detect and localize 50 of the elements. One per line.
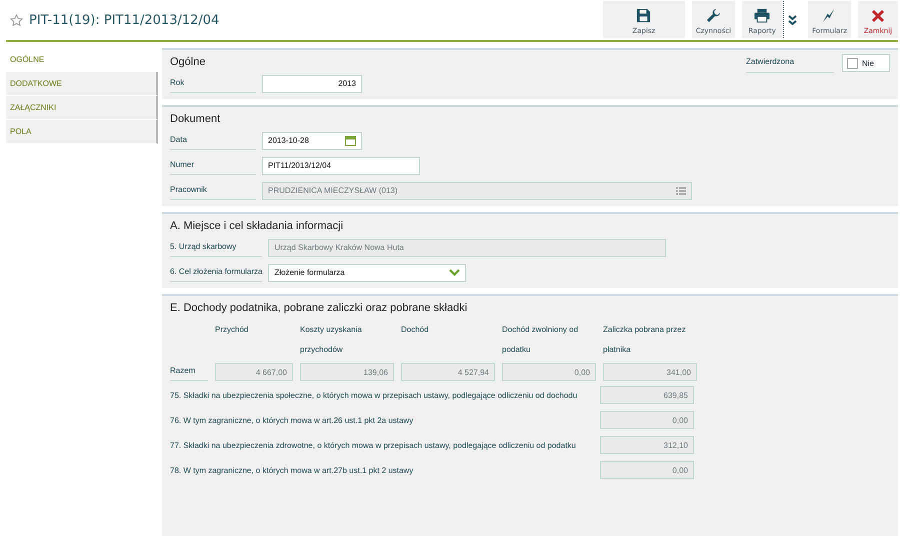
amount-field[interactable]: 0,00	[502, 363, 596, 381]
date-field[interactable]: 2013-10-28	[262, 132, 362, 150]
input-field[interactable]: 2013	[262, 74, 362, 92]
double-chevron-icon	[788, 14, 798, 24]
field-label: 5. Urząd skarbowy	[170, 238, 262, 257]
column-header: Dochód zwolniony od podatku	[502, 324, 580, 356]
field-label: 6. Cel złożenia formularza	[170, 263, 262, 282]
amount-field[interactable]: 0,00	[600, 411, 694, 429]
amount-field[interactable]: 4 527,94	[401, 363, 495, 381]
section-title: E. Dochody podatnika, pobrane zaliczki oraz pobrane składki	[170, 302, 468, 314]
lookup-field[interactable]: PRUDZIENICA MIECZYSŁAW (013)	[262, 182, 692, 200]
row-label: Razem	[170, 362, 208, 381]
amount-field[interactable]: 639,85	[600, 386, 694, 404]
window-title: PIT-11(19): PIT11/2013/12/04	[29, 12, 220, 28]
input-field[interactable]: PIT11/2013/12/04	[262, 156, 420, 174]
chevron-down-icon[interactable]	[449, 269, 460, 276]
sidebar-tab[interactable]: DODATKOWE	[6, 72, 158, 96]
amount-field[interactable]: 312,10	[600, 436, 694, 454]
field-label: Pracownik	[170, 181, 256, 200]
amount-field[interactable]: 4 667,00	[215, 363, 293, 381]
column-header: Dochód	[401, 324, 430, 336]
column-header: Przychód	[215, 324, 250, 336]
item-label: 77. Składki na ubezpieczenia zdrowotne, o których mowa w przepisach ustawy, podlegające odliczeniu od podatku	[170, 440, 577, 452]
approved-checkbox[interactable]: Nie	[842, 54, 890, 72]
item-label: 78. W tym zagraniczne, o których mowa w art.27b ust.1 pkt 2 ustawy	[170, 465, 414, 477]
field-label: Data	[170, 131, 256, 150]
sidebar-tab[interactable]: ZAŁĄCZNIKI	[6, 96, 158, 120]
amount-field[interactable]: 341,00	[603, 363, 697, 381]
star-icon[interactable]	[10, 14, 23, 26]
input-field[interactable]: Urząd Skarbowy Kraków Nowa Huta	[268, 238, 666, 256]
item-label: 76. W tym zagraniczne, o których mowa w art.26 ust.1 pkt 2a ustawy	[170, 415, 414, 427]
section-title: Ogólne	[170, 56, 206, 68]
save-icon	[636, 8, 652, 23]
section-title: A. Miejsce i cel składania informacji	[170, 220, 344, 232]
dropdown-field[interactable]: Złożenie formularza	[268, 264, 466, 282]
list-icon[interactable]	[676, 186, 686, 194]
sidebar-tab[interactable]: POLA	[6, 120, 158, 144]
calendar-icon[interactable]	[345, 135, 356, 146]
column-header: Zaliczka pobrana przez płatnika	[603, 324, 687, 356]
item-label: 75. Składki na ubezpieczenia społeczne, o których mowa w przepisach ustawy, podlegające odliczeniu od dochodu	[170, 390, 578, 402]
field-label: Zatwierdzona	[746, 54, 834, 73]
amount-field[interactable]: 139,06	[300, 363, 394, 381]
wrench-icon	[706, 8, 721, 23]
column-header: Koszty uzyskania przychodów	[300, 324, 363, 356]
field-label: Rok	[170, 74, 256, 93]
printer-icon	[753, 8, 772, 23]
field-label: Numer	[170, 156, 256, 175]
section-title: Dokument	[170, 113, 222, 125]
close-icon	[871, 9, 885, 23]
amount-field[interactable]: 0,00	[600, 461, 694, 479]
